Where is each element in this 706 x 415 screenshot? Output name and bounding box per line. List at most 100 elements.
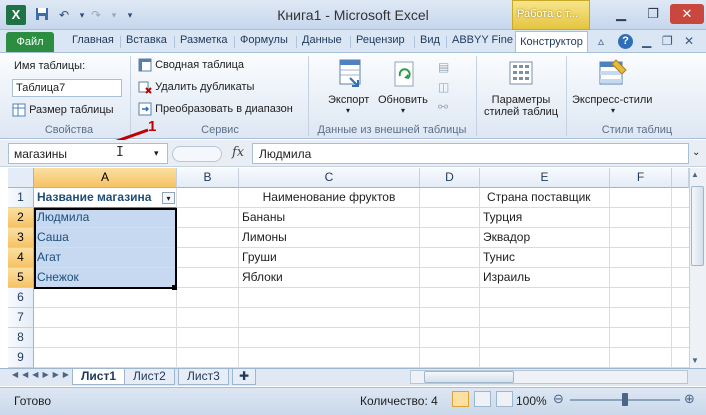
cell[interactable]: Наименование фруктов xyxy=(239,188,420,208)
tab-data[interactable]: Данные xyxy=(302,34,342,46)
open-browser-icon[interactable]: ◫ xyxy=(438,80,449,94)
quick-styles-icon[interactable] xyxy=(598,58,628,88)
tab-design[interactable]: Конструктор xyxy=(515,31,588,53)
column-header-d[interactable]: D xyxy=(420,168,480,188)
row-header-8[interactable]: 8 xyxy=(8,328,34,348)
properties-small-icon[interactable]: ▤ xyxy=(438,60,449,74)
column-header-c[interactable]: C xyxy=(239,168,420,188)
help-icon[interactable]: ? xyxy=(618,34,633,49)
expand-formula-bar-icon[interactable]: ⌄ xyxy=(692,147,700,158)
table-header-cell[interactable]: Название магазина xyxy=(34,188,177,208)
name-box-dropdown-icon[interactable]: ▾ xyxy=(154,148,159,159)
normal-view-icon[interactable] xyxy=(452,391,469,407)
group-separator xyxy=(130,56,131,136)
cell[interactable]: Бананы xyxy=(239,208,420,228)
cell[interactable]: Яблоки xyxy=(239,268,420,288)
tab-view[interactable]: Вид xyxy=(420,34,440,46)
column-header-g[interactable] xyxy=(672,168,689,188)
scroll-up-icon[interactable]: ▲ xyxy=(691,170,699,179)
close-icon[interactable]: ✕ xyxy=(670,4,704,24)
cell[interactable]: Лимоны xyxy=(239,228,420,248)
tab-page-layout[interactable]: Разметка xyxy=(180,34,228,46)
filter-dropdown-icon[interactable]: ▾ xyxy=(162,192,175,204)
restore-icon[interactable]: ❐ xyxy=(638,4,668,24)
table-cell[interactable]: Людмила xyxy=(34,208,177,228)
quick-styles-dropdown-icon[interactable]: ▾ xyxy=(611,106,615,115)
row-header-4[interactable]: 4 xyxy=(8,248,34,268)
tab-formulas[interactable]: Формулы xyxy=(240,34,288,46)
tab-separator xyxy=(174,36,175,48)
cell[interactable]: Груши xyxy=(239,248,420,268)
zoom-out-icon[interactable]: ⊖ xyxy=(553,391,564,407)
convert-to-range-button[interactable]: Преобразовать в диапазон xyxy=(138,102,293,116)
sheet-nav-icons[interactable]: ◀◀◀▶▶▶ xyxy=(12,370,73,379)
cell[interactable]: Тунис xyxy=(480,248,610,268)
select-all-corner[interactable] xyxy=(8,168,34,188)
row-header-7[interactable]: 7 xyxy=(8,308,34,328)
resize-table-button[interactable]: Размер таблицы xyxy=(12,103,114,117)
status-bar xyxy=(0,387,706,415)
page-break-view-icon[interactable] xyxy=(496,391,513,407)
row-header-9[interactable]: 9 xyxy=(8,348,34,368)
insert-sheet-icon[interactable]: ✚ xyxy=(232,369,257,385)
pivot-table-button[interactable]: Сводная таблица xyxy=(138,58,244,72)
row-header-6[interactable]: 6 xyxy=(8,288,34,308)
tab-abbyy[interactable]: ABBYY Fine xyxy=(452,34,514,46)
unlink-icon[interactable]: ⚯ xyxy=(438,100,448,114)
row-header-5[interactable]: 5 xyxy=(8,268,34,288)
vertical-scroll-thumb[interactable] xyxy=(691,186,704,266)
table-cell[interactable]: Саша xyxy=(34,228,177,248)
column-header-b[interactable]: B xyxy=(177,168,239,188)
row-header-2[interactable]: 2 xyxy=(8,208,34,228)
column-header-f[interactable]: F xyxy=(610,168,672,188)
cell[interactable]: Страна поставщик xyxy=(480,188,610,208)
table-cell[interactable]: Агат xyxy=(34,248,177,268)
insert-function-icon[interactable]: fx xyxy=(232,145,244,160)
doc-restore-icon[interactable]: ❐ xyxy=(662,34,673,48)
zoom-level[interactable]: 100% xyxy=(516,394,547,408)
column-header-e[interactable]: E xyxy=(480,168,610,188)
fill-handle[interactable] xyxy=(172,285,177,290)
group-separator xyxy=(566,56,567,136)
refresh-icon[interactable] xyxy=(392,60,418,90)
tab-insert[interactable]: Вставка xyxy=(126,34,167,46)
table-style-options-label[interactable]: Параметры xyxy=(486,94,556,106)
column-header-a[interactable]: A xyxy=(34,168,177,188)
doc-minimize-icon[interactable]: ▁ xyxy=(642,34,651,48)
export-icon[interactable] xyxy=(336,58,366,90)
tab-review[interactable]: Рецензир xyxy=(356,34,405,46)
window-title: Книга1 - Microsoft Excel xyxy=(277,7,429,23)
minimize-ribbon-icon[interactable]: ▵ xyxy=(598,34,604,48)
sheet-tab-1[interactable]: Лист1 xyxy=(72,369,126,385)
formula-bar-splitter[interactable] xyxy=(172,146,222,162)
export-button[interactable]: Экспорт xyxy=(328,94,369,106)
zoom-in-icon[interactable]: ⊕ xyxy=(684,391,695,407)
cell[interactable]: Турция xyxy=(480,208,610,228)
table-name-input[interactable]: Таблица7 xyxy=(12,79,122,97)
doc-close-icon[interactable]: ✕ xyxy=(684,34,694,48)
gridline-vertical xyxy=(671,188,672,368)
row-header-3[interactable]: 3 xyxy=(8,228,34,248)
cell[interactable]: Израиль xyxy=(480,268,610,288)
minimize-icon[interactable]: ▁ xyxy=(606,4,636,24)
refresh-dropdown-icon[interactable]: ▾ xyxy=(401,106,405,115)
page-layout-view-icon[interactable] xyxy=(474,391,491,407)
table-cell[interactable]: Снежок xyxy=(34,268,177,288)
sheet-tab-2[interactable]: Лист2 xyxy=(124,369,175,385)
name-box[interactable]: магазины xyxy=(8,143,168,164)
horizontal-scroll-thumb[interactable] xyxy=(424,371,514,383)
refresh-button[interactable]: Обновить xyxy=(378,94,428,106)
row-header-1[interactable]: 1 xyxy=(8,188,34,208)
cell[interactable]: Эквадор xyxy=(480,228,610,248)
table-style-options-label-2[interactable]: стилей таблиц xyxy=(478,106,564,118)
scroll-down-icon[interactable]: ▼ xyxy=(691,356,699,365)
sheet-tab-3[interactable]: Лист3 xyxy=(178,369,229,385)
tab-home[interactable]: Главная xyxy=(72,34,114,46)
quick-styles-button[interactable]: Экспресс-стили xyxy=(572,94,652,106)
tab-file[interactable]: Файл xyxy=(6,32,54,52)
table-style-options-icon[interactable] xyxy=(508,60,534,86)
formula-input[interactable]: Людмила xyxy=(252,143,689,164)
remove-duplicates-button[interactable]: Удалить дубликаты xyxy=(138,80,254,94)
zoom-slider-thumb[interactable] xyxy=(622,393,628,406)
export-dropdown-icon[interactable]: ▾ xyxy=(346,106,350,115)
